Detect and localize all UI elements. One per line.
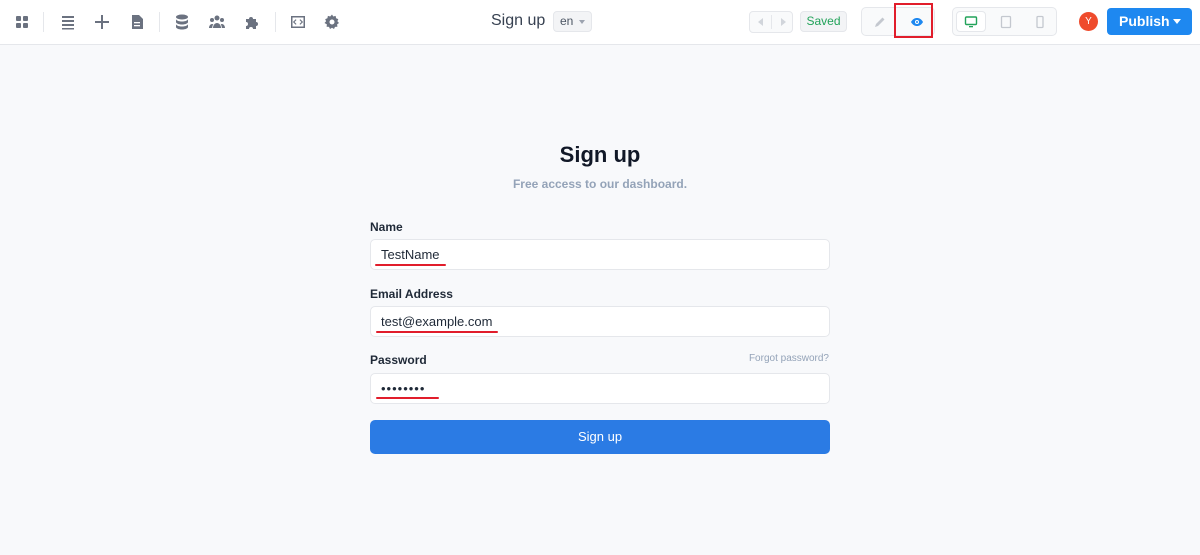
annotation-underline bbox=[376, 331, 498, 333]
pencil-icon bbox=[875, 17, 885, 27]
edit-mode-button[interactable] bbox=[862, 8, 898, 35]
toolbar-divider bbox=[275, 12, 276, 32]
signup-button[interactable]: Sign up bbox=[370, 420, 830, 454]
avatar[interactable]: Y bbox=[1079, 12, 1098, 31]
form-subtitle: Free access to our dashboard. bbox=[512, 177, 688, 191]
list-icon[interactable] bbox=[57, 11, 79, 33]
password-value: •••••••• bbox=[381, 381, 426, 396]
plus-icon[interactable] bbox=[91, 11, 113, 33]
desktop-view-button[interactable] bbox=[956, 11, 986, 32]
annotation-underline bbox=[376, 397, 439, 399]
page-icon[interactable] bbox=[126, 11, 148, 33]
device-toggle bbox=[952, 7, 1057, 36]
database-icon[interactable] bbox=[171, 11, 193, 33]
tablet-icon bbox=[1000, 15, 1012, 28]
toolbar-divider bbox=[159, 12, 160, 32]
code-icon[interactable] bbox=[287, 11, 309, 33]
email-label: Email Address bbox=[370, 287, 453, 301]
grid-icon[interactable] bbox=[11, 11, 33, 33]
users-icon[interactable] bbox=[206, 11, 228, 33]
chevron-down-icon bbox=[1173, 19, 1181, 24]
chevron-left-icon bbox=[757, 18, 763, 26]
forgot-password-link[interactable]: Forgot password? bbox=[749, 353, 829, 364]
page-title: Sign up bbox=[491, 12, 546, 29]
undo-button[interactable] bbox=[750, 12, 771, 32]
form-title: Sign up bbox=[559, 142, 641, 167]
name-label: Name bbox=[370, 220, 403, 234]
history-controls bbox=[749, 11, 793, 33]
mobile-icon bbox=[1036, 15, 1044, 28]
publish-button[interactable]: Publish bbox=[1107, 8, 1192, 35]
chevron-right-icon bbox=[780, 18, 786, 26]
redo-button[interactable] bbox=[772, 12, 793, 32]
language-value: en bbox=[560, 14, 574, 28]
annotation-underline bbox=[375, 264, 446, 266]
password-field[interactable]: •••••••• bbox=[370, 373, 830, 404]
language-select[interactable]: en bbox=[553, 11, 592, 32]
publish-label: Publish bbox=[1119, 13, 1170, 29]
name-value: TestName bbox=[381, 247, 440, 262]
gear-icon[interactable] bbox=[321, 11, 343, 33]
saved-status-badge: Saved bbox=[800, 11, 847, 32]
tablet-view-button[interactable] bbox=[991, 11, 1021, 32]
desktop-icon bbox=[964, 15, 978, 27]
mobile-view-button[interactable] bbox=[1025, 11, 1055, 32]
email-value: test@example.com bbox=[381, 314, 493, 329]
chevron-down-icon bbox=[579, 20, 585, 24]
puzzle-icon[interactable] bbox=[241, 11, 263, 33]
editor-toolbar: Sign up en Saved Y Publish bbox=[0, 0, 1200, 45]
password-label: Password bbox=[370, 353, 427, 367]
toolbar-divider bbox=[43, 12, 44, 32]
annotation-highlight-box bbox=[894, 3, 933, 38]
